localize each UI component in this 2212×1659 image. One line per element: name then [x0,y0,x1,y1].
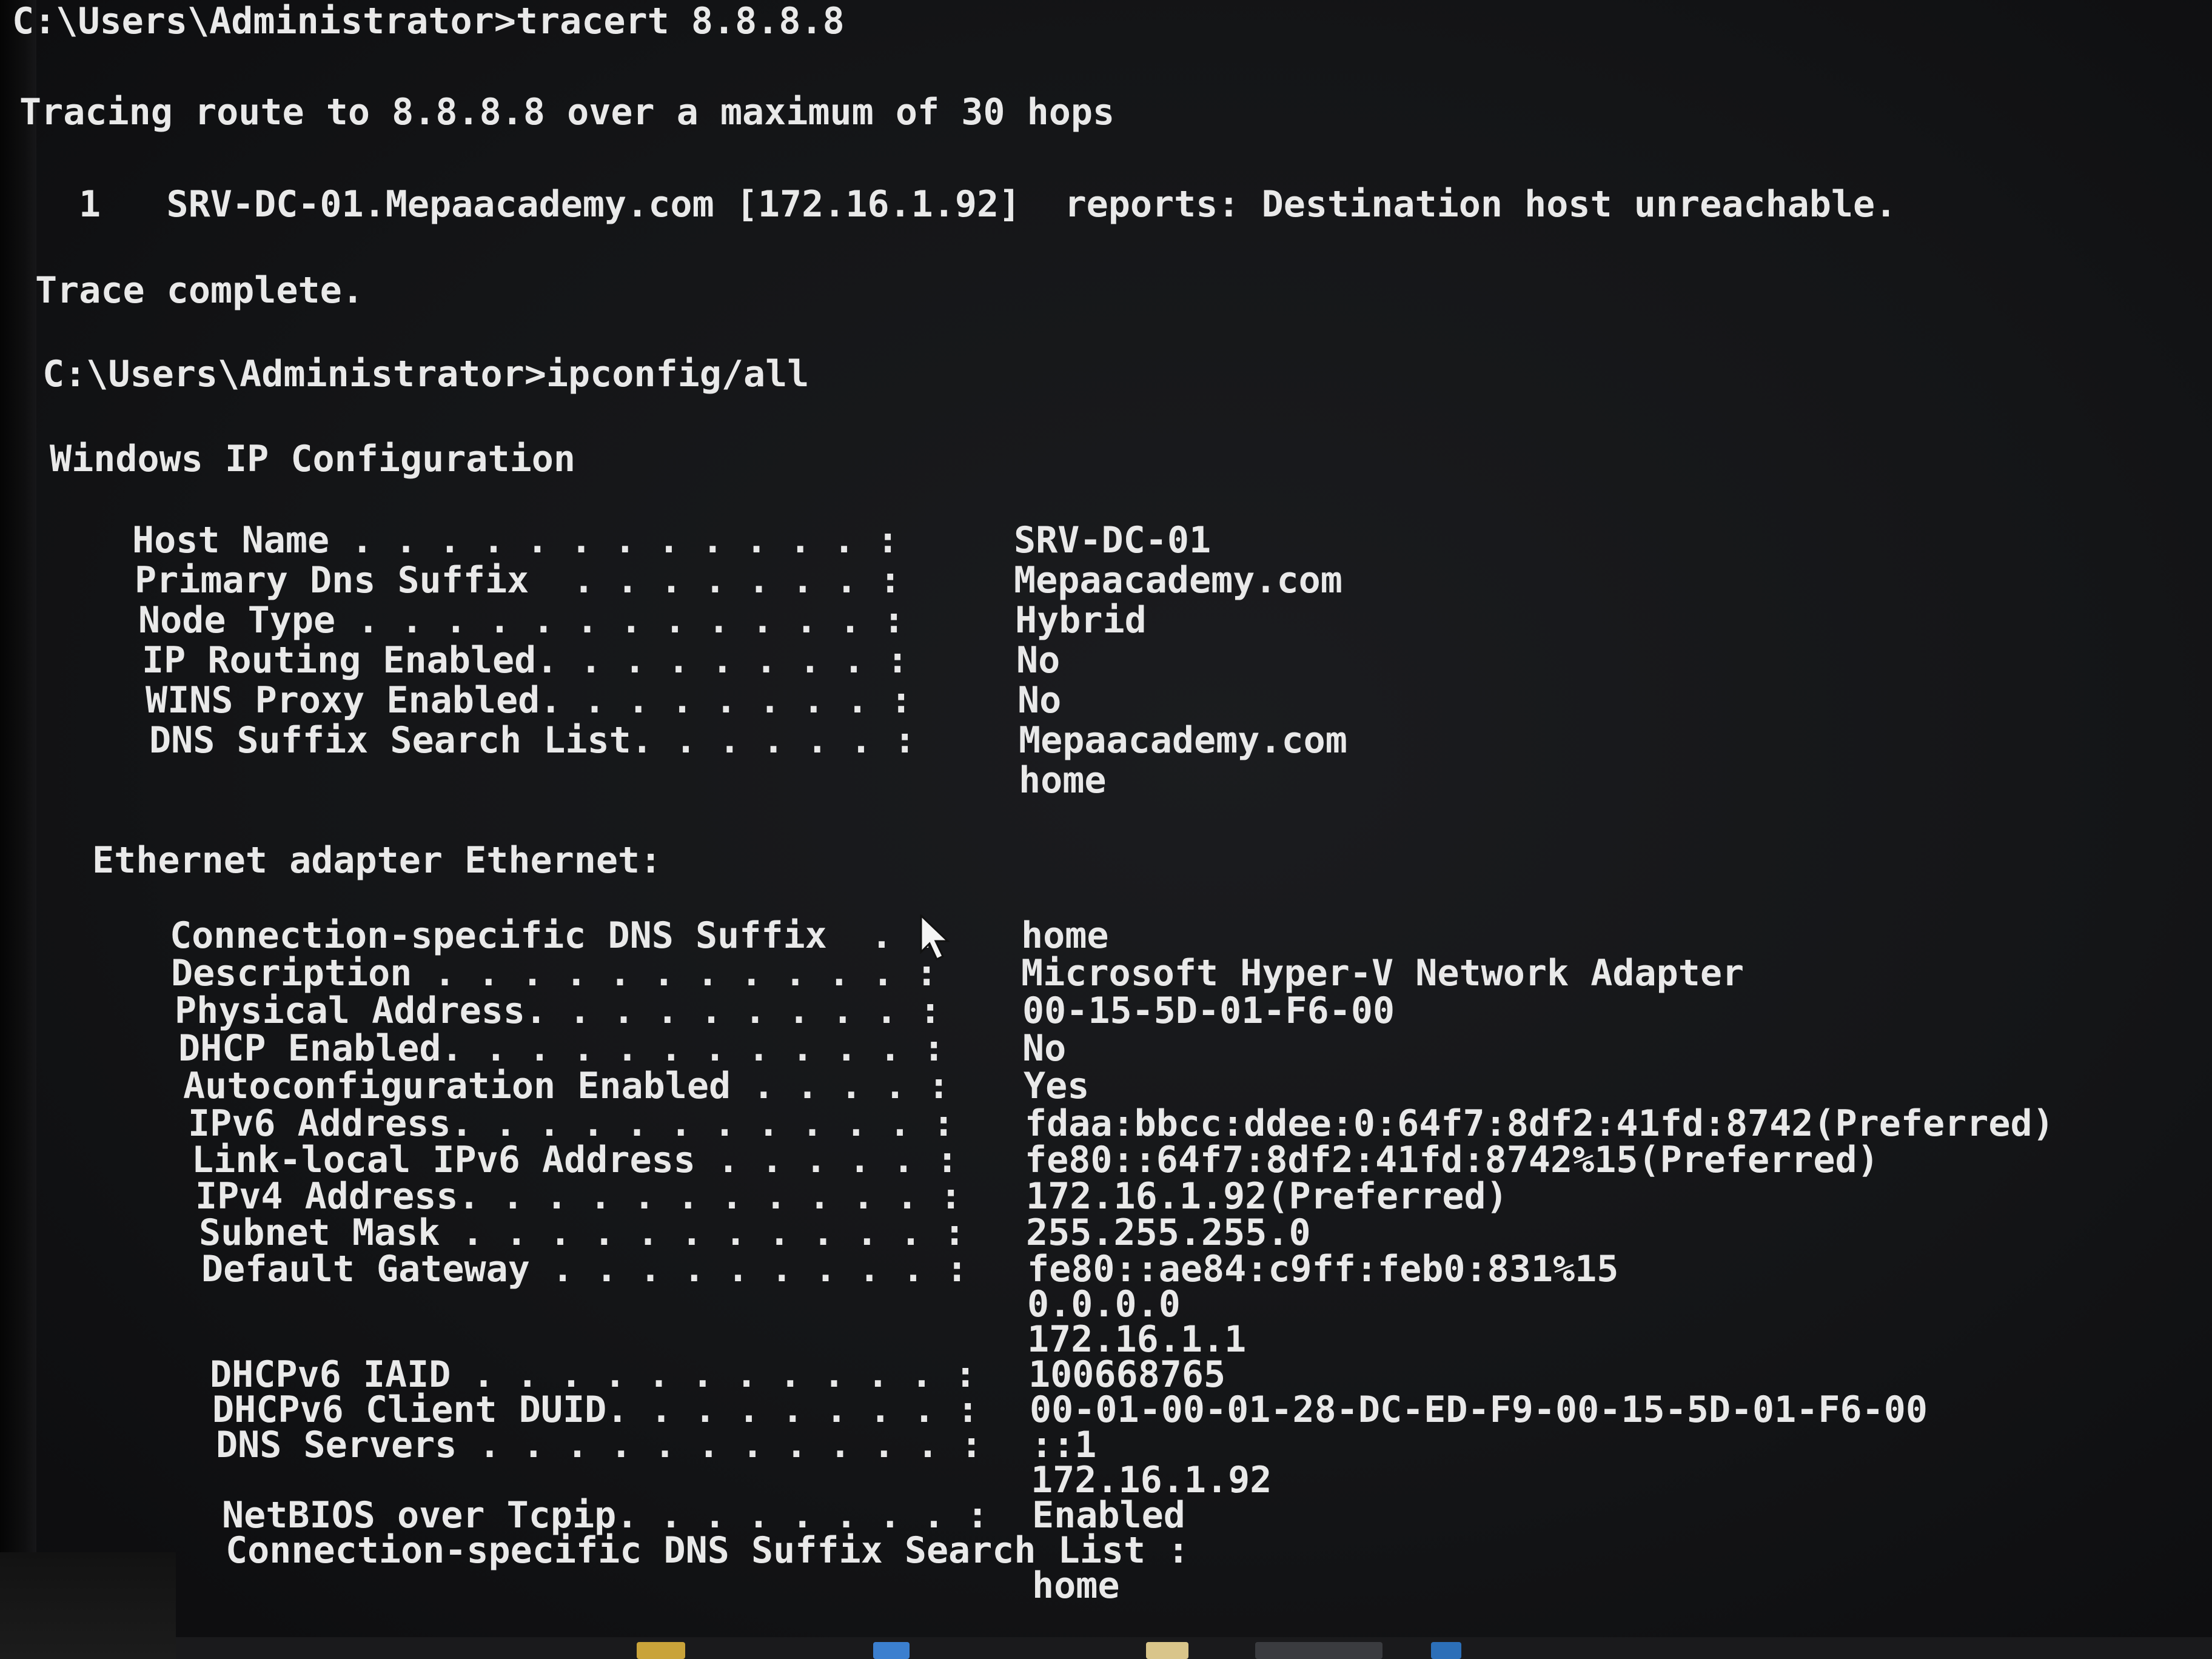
config-label: DNS Servers . . . . . . . . . . . : [216,1424,983,1466]
adapter-row: DHCP Enabled. . . . . . . . . . . : No [178,1027,1066,1070]
adapter-row: Connection-specific DNS Suffix . : home [170,914,1109,957]
config-value: No [1016,639,1061,682]
config-label: Default Gateway . . . . . . . . . : [201,1248,968,1290]
adapter-row: Default Gateway . . . . . . . . . : fe80:… [201,1248,1618,1290]
config-value: home [1019,759,1107,802]
trace-complete: Trace complete. [35,269,364,312]
config-label: Physical Address. . . . . . . . . : [175,990,942,1032]
config-label: Node Type . . . . . . . . . . . . : [138,599,905,642]
config-value: Mepaacademy.com [1014,559,1342,602]
config-value: No [1022,1027,1067,1070]
hop-report: reports: Destination host unreachable. [1064,183,1897,226]
hop-number: 1 [79,183,101,226]
taskbar [176,1637,2212,1659]
config-label: Connection-specific DNS Suffix . : [170,914,937,957]
adapter-row: Link-local IPv6 Address . . . . . : fe80:… [192,1139,1879,1181]
config-value: Hybrid [1015,599,1147,642]
config-value: home [1021,914,1109,957]
global-row: Host Name . . . . . . . . . . . . : SRV-D… [132,519,1211,561]
adapter-row: Autoconfiguration Enabled . . . . : Yes [183,1065,1089,1107]
config-label: WINS Proxy Enabled. . . . . . . . : [146,679,913,722]
adapter-row: Description . . . . . . . . . . . : Micro… [171,952,1744,994]
config-label: Host Name . . . . . . . . . . . . : [132,519,899,561]
taskbar-app-icon[interactable] [1431,1642,1461,1659]
command-line-tracert: C:\Users\Administrator>tracert 8.8.8.8 [12,1,845,41]
config-value: 255.255.255.0 [1026,1212,1311,1254]
config-label: Subnet Mask . . . . . . . . . . . : [199,1212,966,1254]
config-value: SRV-DC-01 [1014,519,1212,561]
adapter-row: IPv6 Address. . . . . . . . . . . : fdaa:… [188,1102,2054,1145]
global-row: Node Type . . . . . . . . . . . . : Hybri… [138,599,1147,642]
adapter-row: DNS Servers . . . . . . . . . . . :::1 [216,1424,1096,1466]
monitor-bezel-corner [0,1552,176,1659]
adapter-row: Physical Address. . . . . . . . . : 00-15… [175,990,1395,1032]
section-title-windows-ip: Windows IP Configuration [50,438,575,480]
config-value: fe80::64f7:8df2:41fd:8742%15(Preferred) [1025,1139,1879,1181]
adapter-row: Subnet Mask . . . . . . . . . . . : 255.2… [199,1212,1311,1254]
taskbar-app-icon[interactable] [873,1642,910,1659]
config-value: No [1017,679,1062,722]
config-value: fdaa:bbcc:ddee:0:64f7:8df2:41fd:8742(Pre… [1025,1102,2054,1145]
config-label: DNS Suffix Search List. . . . . . : [149,719,916,762]
command-line-ipconfig: C:\Users\Administrator>ipconfig/all [42,354,809,394]
config-label: IPv4 Address. . . . . . . . . . . : [195,1175,962,1218]
config-label: IPv6 Address. . . . . . . . . . . : [188,1102,955,1145]
command-text: ipconfig/all [546,353,809,395]
config-value: home [1032,1564,1120,1607]
prompt: C:\Users\Administrator> [42,353,546,395]
global-row: Primary Dns Suffix . . . . . . . : Mepaac… [135,559,1342,602]
console-output: C:\Users\Administrator>tracert 8.8.8.8 T… [12,0,2195,1606]
section-title-adapter: Ethernet adapter Ethernet: [92,839,662,882]
adapter-row: IPv4 Address. . . . . . . . . . . : 172.1… [195,1175,1508,1218]
config-label: Autoconfiguration Enabled . . . . : [183,1065,950,1107]
config-value: 00-01-00-01-28-DC-ED-F9-00-15-5D-01-F6-0… [1030,1389,1928,1431]
global-row: WINS Proxy Enabled. . . . . . . . : No [146,679,1061,722]
config-label: Description . . . . . . . . . . . : [171,952,938,994]
hop-row: 1 SRV-DC-01.Mepaacademy.com [172.16.1.92… [79,184,1897,224]
config-value: Mepaacademy.com [1019,719,1347,762]
global-row: DNS Suffix Search List. . . . . . : Mepaa… [149,719,1347,762]
taskbar-app-icon[interactable] [1146,1642,1188,1659]
console-window[interactable]: C:\Users\Administrator>tracert 8.8.8.8 T… [0,0,2212,1659]
hop-host: SRV-DC-01.Mepaacademy.com [172.16.1.92] [166,183,1021,226]
config-value: 172.16.1.92(Preferred) [1026,1175,1508,1218]
config-label: DHCP Enabled. . . . . . . . . . . : [178,1027,945,1070]
config-value: Microsoft Hyper-V Network Adapter [1021,952,1744,994]
taskbar-app-icon[interactable] [637,1642,685,1659]
config-value: Yes [1024,1065,1090,1107]
command-text: tracert 8.8.8.8 [515,0,845,42]
config-label: IP Routing Enabled. . . . . . . . : [142,639,909,682]
trace-header: Tracing route to 8.8.8.8 over a maximum … [19,91,1115,133]
config-value: 00-15-5D-01-F6-00 [1022,990,1395,1032]
config-label: Primary Dns Suffix . . . . . . . : [135,559,902,602]
mouse-pointer-icon [920,914,950,961]
config-label: Link-local IPv6 Address . . . . . : [192,1139,959,1181]
taskbar-active-app[interactable] [1255,1642,1382,1659]
prompt: C:\Users\Administrator> [12,0,516,42]
global-row: IP Routing Enabled. . . . . . . . : No [142,639,1060,682]
